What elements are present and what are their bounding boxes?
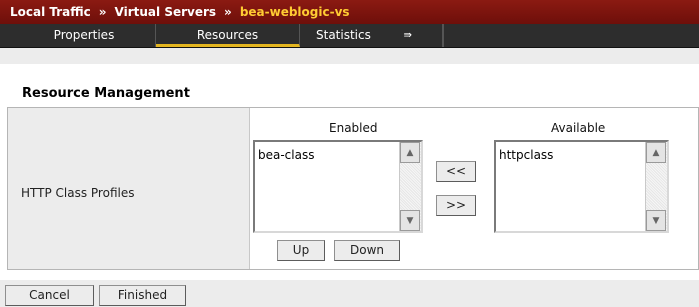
scroll-up-icon[interactable]: ▲ (400, 142, 420, 163)
http-class-profiles-label: HTTP Class Profiles (21, 186, 135, 200)
move-to-enabled-button[interactable]: << (436, 161, 476, 182)
breadcrumb-local-traffic[interactable]: Local Traffic (10, 5, 91, 19)
section-title: Resource Management (22, 86, 190, 101)
tab-properties[interactable]: Properties (13, 24, 156, 47)
scroll-up-icon[interactable]: ▲ (646, 142, 666, 163)
breadcrumb: Local Traffic » Virtual Servers » bea-we… (0, 0, 699, 24)
tab-strip-filler (443, 24, 699, 47)
breadcrumb-separator: » (98, 5, 107, 19)
scroll-down-icon[interactable]: ▼ (646, 210, 666, 231)
scroll-down-icon[interactable]: ▼ (400, 210, 420, 231)
move-down-button[interactable]: Down (334, 240, 400, 261)
tab-resources[interactable]: Resources (156, 24, 300, 47)
enabled-listbox[interactable]: bea-class ▲ ▼ (253, 140, 423, 233)
cancel-button[interactable]: Cancel (5, 285, 94, 306)
list-item[interactable]: bea-class (258, 148, 314, 162)
available-header: Available (551, 121, 606, 135)
breadcrumb-separator: » (224, 5, 232, 19)
tab-strip: Properties Resources Statistics ⇛ (0, 24, 699, 48)
scrollbar[interactable]: ▲ ▼ (645, 142, 667, 231)
finished-button[interactable]: Finished (99, 285, 186, 306)
breadcrumb-virtual-servers[interactable]: Virtual Servers (115, 5, 217, 19)
breadcrumb-current: bea-weblogic-vs (239, 5, 350, 19)
scrollbar[interactable]: ▲ ▼ (399, 142, 421, 231)
enabled-header: Enabled (329, 121, 378, 135)
move-up-button[interactable]: Up (277, 240, 325, 261)
list-item[interactable]: httpclass (499, 148, 553, 162)
tab-statistics-label: Statistics (316, 28, 371, 42)
available-listbox[interactable]: httpclass ▲ ▼ (494, 140, 669, 233)
row-label-cell: HTTP Class Profiles (8, 108, 250, 269)
arrow-right-icon: ⇛ (403, 30, 412, 41)
tab-bar: Properties Resources Statistics ⇛ (0, 24, 699, 64)
move-to-available-button[interactable]: >> (436, 195, 476, 216)
tab-statistics[interactable]: Statistics ⇛ (300, 24, 443, 47)
